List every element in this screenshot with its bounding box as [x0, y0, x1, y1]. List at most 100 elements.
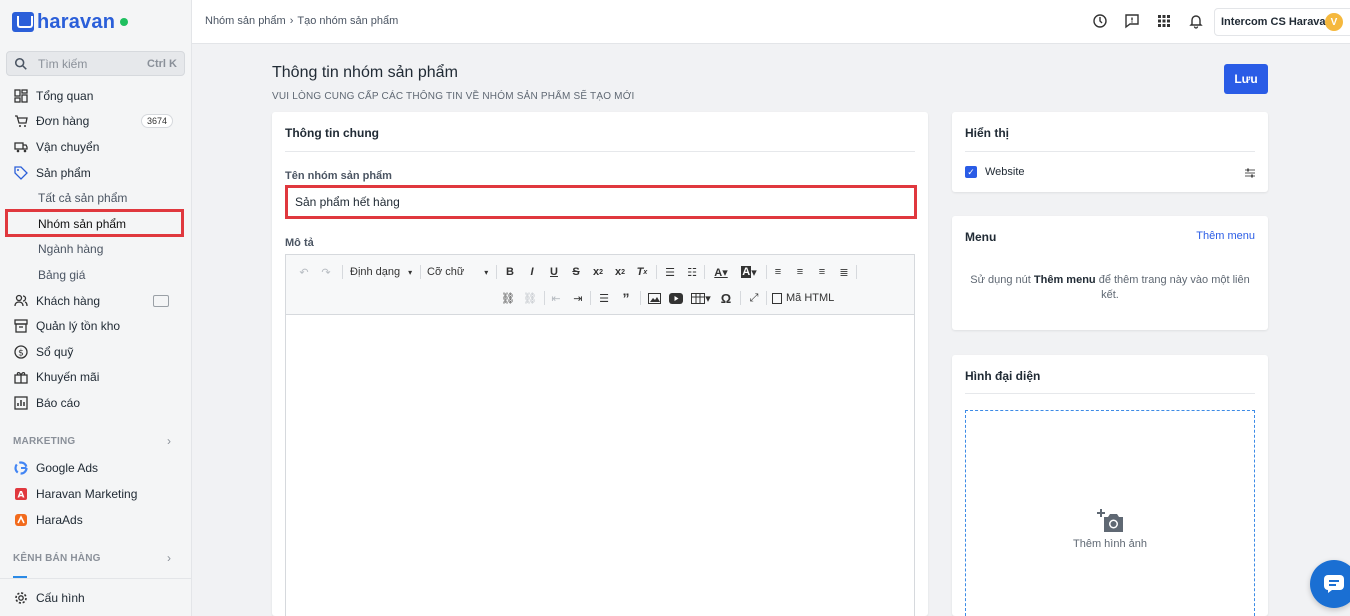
- marketing-chevron-icon[interactable]: ›: [167, 434, 171, 448]
- toolbar-separator: [856, 265, 857, 279]
- gear-icon: [14, 591, 28, 605]
- table-icon[interactable]: ▾: [690, 290, 712, 306]
- apps-grid-icon[interactable]: [1156, 13, 1172, 29]
- sidebar-item-promotions[interactable]: Khuyến mãi: [0, 365, 191, 389]
- sales-channel-chevron-icon[interactable]: ›: [167, 551, 171, 565]
- sidebar-item-cashbook[interactable]: $ Sổ quỹ: [0, 340, 191, 364]
- sidebar-subitem-all-products[interactable]: Tất cả sản phẩm: [38, 187, 127, 209]
- unlink-icon[interactable]: ⛓: [522, 290, 538, 306]
- sidebar-item-products[interactable]: Sản phẩm: [0, 161, 191, 185]
- top-bar: Nhóm sản phẩm › Tạo nhóm sản phẩm Interc…: [192, 0, 1350, 44]
- outdent-icon[interactable]: ⇤: [548, 290, 564, 306]
- code-icon: [772, 292, 782, 304]
- align-justify-icon[interactable]: ≣: [836, 264, 852, 280]
- image-icon[interactable]: [646, 290, 662, 306]
- bold-icon[interactable]: B: [502, 264, 518, 280]
- chevron-down-icon: ▾: [484, 267, 489, 277]
- bell-icon[interactable]: [1188, 13, 1204, 29]
- html-source-button[interactable]: Mã HTML: [772, 290, 838, 306]
- google-icon: [14, 461, 28, 475]
- toolbar-separator: [420, 265, 421, 279]
- sidebar-item-reports[interactable]: Báo cáo: [0, 391, 191, 415]
- sidebar-item-orders[interactable]: Đơn hàng 3674: [0, 109, 191, 133]
- ordered-list-icon[interactable]: ☰: [662, 264, 678, 280]
- align-center-icon[interactable]: ≡: [792, 264, 808, 280]
- strikethrough-icon[interactable]: S: [568, 264, 584, 280]
- italic-icon[interactable]: I: [524, 264, 540, 280]
- text-color-icon[interactable]: A▾: [710, 264, 732, 280]
- superscript-icon[interactable]: x2: [612, 264, 628, 280]
- history-icon[interactable]: [1092, 13, 1108, 29]
- font-size-dropdown-label: Cỡ chữ: [427, 266, 465, 278]
- align-left-icon[interactable]: ≡: [770, 264, 786, 280]
- group-name-input[interactable]: [285, 185, 917, 219]
- haraads-icon: [14, 513, 28, 527]
- sidebar-item-settings[interactable]: Cấu hình: [0, 586, 191, 610]
- undo-icon[interactable]: ↶: [296, 264, 312, 280]
- menu-description: Sử dụng nút Thêm menu để thêm trang này …: [968, 273, 1252, 303]
- sidebar-item-overview[interactable]: Tổng quan: [0, 84, 191, 108]
- description-label: Mô tả: [285, 237, 314, 249]
- underline-icon[interactable]: U: [546, 264, 562, 280]
- customer-view-icon[interactable]: [153, 295, 169, 307]
- online-status-dot: [120, 18, 129, 26]
- report-icon: [14, 396, 28, 410]
- breadcrumb-product-groups[interactable]: Nhóm sản phẩm: [205, 15, 286, 27]
- format-dropdown[interactable]: Định dạng ▾: [350, 264, 416, 280]
- toolbar-separator: [740, 291, 741, 305]
- sidebar-item-google-ads[interactable]: Google Ads: [0, 456, 191, 480]
- link-icon[interactable]: ⛓: [500, 290, 516, 306]
- sidebar: haravan Tìm kiếm Ctrl K Tổng quan Đơn hà…: [0, 0, 192, 616]
- quote-icon[interactable]: ”: [618, 290, 634, 306]
- redo-icon[interactable]: ↷: [318, 264, 334, 280]
- background-color-icon[interactable]: A ▾: [738, 264, 760, 280]
- font-size-dropdown[interactable]: Cỡ chữ ▾: [427, 264, 491, 280]
- haravan-logo[interactable]: haravan: [12, 10, 129, 34]
- avatar: V: [1325, 13, 1343, 31]
- html-source-label: Mã HTML: [786, 292, 835, 304]
- save-button[interactable]: Lưu: [1224, 64, 1268, 94]
- svg-text:A: A: [18, 491, 25, 501]
- chevron-down-icon: ▾: [408, 267, 413, 277]
- inventory-icon: [14, 319, 28, 333]
- sidebar-item-label: Sổ quỹ: [36, 345, 74, 359]
- sidebar-item-inventory[interactable]: Quản lý tồn kho: [0, 314, 191, 338]
- sidebar-item-customers[interactable]: Khách hàng: [0, 289, 191, 313]
- indent-icon[interactable]: ⇥: [570, 290, 586, 306]
- toolbar-separator: [342, 265, 343, 279]
- image-upload-dropzone[interactable]: Thêm hình ảnh: [965, 410, 1255, 616]
- sidebar-item-shipping[interactable]: Vận chuyển: [0, 135, 191, 159]
- sidebar-subitem-product-groups[interactable]: Nhóm sản phẩm: [38, 213, 126, 235]
- website-checkbox[interactable]: ✓: [965, 166, 977, 178]
- display-title: Hiển thị: [965, 126, 1009, 140]
- sidebar-item-haravan-marketing[interactable]: A Haravan Marketing: [0, 482, 191, 506]
- search-box[interactable]: Tìm kiếm Ctrl K: [6, 51, 185, 76]
- horizontal-rule-icon[interactable]: ☰: [596, 290, 612, 306]
- special-char-icon[interactable]: Ω: [718, 290, 734, 306]
- add-menu-link[interactable]: Thêm menu: [1196, 230, 1255, 242]
- sidebar-subitem-price-lists[interactable]: Bảng giá: [38, 264, 85, 286]
- add-image-label: Thêm hình ảnh: [1073, 538, 1147, 550]
- sidebar-item-label: Sản phẩm: [36, 166, 91, 180]
- description-editor[interactable]: ↶ ↷ Định dạng ▾ Cỡ chữ ▾ B I U S x2 x2 Tx …: [285, 254, 915, 616]
- sidebar-item-label: Khuyến mãi: [36, 370, 100, 384]
- settings-sliders-icon[interactable]: [1244, 167, 1256, 179]
- sidebar-item-label: Haravan Marketing: [36, 487, 138, 501]
- clear-format-icon[interactable]: Tx: [634, 264, 650, 280]
- feedback-icon[interactable]: [1124, 13, 1140, 29]
- fullscreen-icon[interactable]: ⤢: [746, 290, 762, 306]
- toolbar-separator: [640, 291, 641, 305]
- subscript-icon[interactable]: x2: [590, 264, 606, 280]
- chat-icon: [1324, 575, 1344, 593]
- marketing-section-label: MARKETING: [13, 436, 76, 447]
- user-menu-button[interactable]: Intercom CS Haravan V: [1214, 8, 1350, 36]
- sidebar-subitem-categories[interactable]: Ngành hàng: [38, 238, 103, 260]
- video-icon[interactable]: [668, 290, 684, 306]
- bullet-list-icon[interactable]: ☷: [684, 264, 700, 280]
- user-name: Intercom CS Haravan: [1221, 16, 1333, 28]
- breadcrumb-current: Tạo nhóm sản phẩm: [297, 15, 399, 27]
- sidebar-item-haraads[interactable]: HaraAds: [0, 508, 191, 532]
- chat-button[interactable]: [1310, 560, 1350, 608]
- align-right-icon[interactable]: ≡: [814, 264, 830, 280]
- sales-channel-section-label: KÊNH BÁN HÀNG: [13, 553, 101, 564]
